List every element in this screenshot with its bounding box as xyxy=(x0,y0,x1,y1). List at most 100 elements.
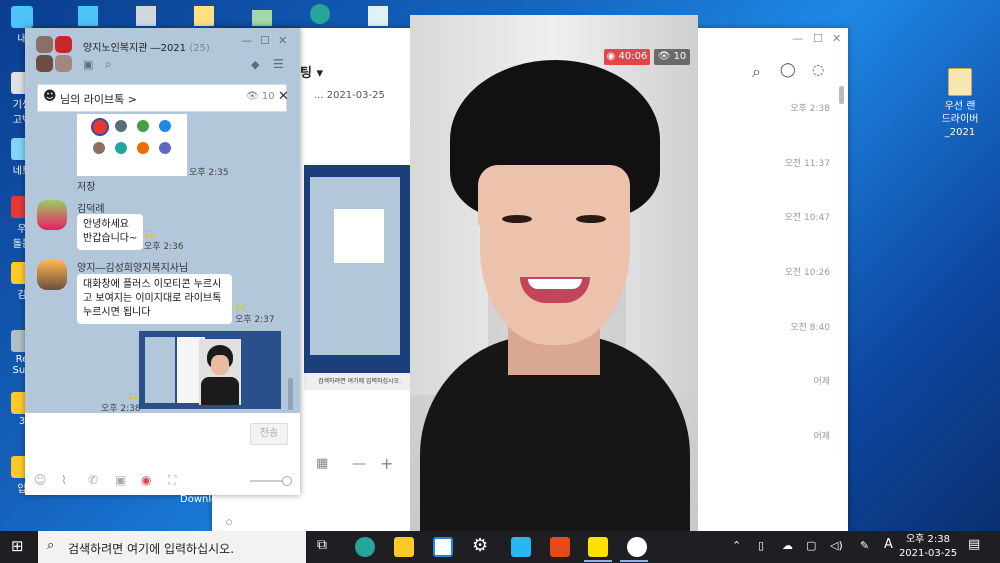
search-icon[interactable]: ⌕ xyxy=(752,62,761,82)
cloud-icon[interactable]: ☁ xyxy=(782,539,793,552)
sender-name: 양지―김성희양지복지사님 xyxy=(77,263,189,274)
search-icon[interactable]: ⌕ xyxy=(105,57,112,72)
live-talk-label: 님의 라이브톡 > xyxy=(60,93,137,106)
zip-folder-icon xyxy=(948,68,972,96)
desktop-top-icon-6[interactable] xyxy=(368,6,388,26)
app-icon[interactable] xyxy=(627,537,647,557)
kakaotalk-chat-window: 양지노인복지관 ―2021 (25) ▣ ⌕ ◆ ☰ — ☐ ✕ ☻ 님의 라이… xyxy=(25,28,300,495)
close-button[interactable]: ✕ xyxy=(832,32,841,45)
edge-desktop-icon[interactable] xyxy=(310,4,330,24)
status-dot: ○ xyxy=(226,518,233,526)
thumb-search: 검색하려면 여기에 입력하십시오. xyxy=(304,373,410,390)
pc-icon xyxy=(11,6,33,28)
time-label: 어제 xyxy=(813,377,830,387)
windows-start-icon[interactable]: ⊞ xyxy=(11,537,24,555)
person-eye-right xyxy=(576,215,606,223)
attach-icon[interactable]: ⌇ xyxy=(61,473,67,487)
taskbar-search[interactable]: ⌕ 검색하려면 여기에 입력하십시오. xyxy=(38,531,306,563)
time-label: 오전 8:40 xyxy=(790,323,830,333)
downloads-label: Downlo xyxy=(180,494,218,505)
kakaotalk-icon[interactable] xyxy=(588,537,608,557)
message-time: 오후 2:36 xyxy=(144,242,184,252)
chevron-up-icon[interactable]: ⌃ xyxy=(732,539,741,552)
desktop-top-icon-1[interactable] xyxy=(78,6,98,26)
send-button[interactable]: 전송 xyxy=(250,423,288,445)
store-icon[interactable] xyxy=(433,537,453,557)
add-chat-icon[interactable]: ◌ xyxy=(812,62,824,78)
search-placeholder: 검색하려면 여기에 입력하십시오. xyxy=(68,542,235,556)
live-timer-badge: ◉ 40:06 xyxy=(604,49,650,65)
live-video-feed: ◉ 40:06 👁 10 xyxy=(410,15,698,531)
display-icon[interactable]: ▢ xyxy=(806,539,816,552)
chat-bubble-icon[interactable]: ◯ xyxy=(780,62,796,78)
time-label: 오후 2:38 xyxy=(790,104,830,114)
drawer-icon[interactable]: ▣ xyxy=(83,58,93,71)
chat-title: 양지노인복지관 ―2021 (25) xyxy=(83,43,210,54)
maximize-button[interactable]: ☐ xyxy=(813,32,823,45)
shared-image-emoticon-menu[interactable] xyxy=(77,114,187,176)
chat-scrollbar[interactable] xyxy=(288,378,293,410)
zoom-out-icon[interactable]: — xyxy=(352,456,366,472)
chat-date: ... 2021-03-25 xyxy=(314,90,385,101)
save-link[interactable]: 저장 xyxy=(77,178,95,193)
maximize-button[interactable]: ☐ xyxy=(260,34,270,47)
bell-icon[interactable]: ◆ xyxy=(251,58,259,71)
desktop-top-icon-4[interactable] xyxy=(252,10,272,26)
search-icon: ⌕ xyxy=(47,538,55,553)
unread-count: 12 xyxy=(128,392,139,401)
message-input-area[interactable]: 전송 ☺ ⌇ ✆ ▣ ◉ ⛶ xyxy=(25,413,300,495)
task-view-icon[interactable]: ⧉ xyxy=(317,537,327,553)
grid-icon[interactable]: ▦ xyxy=(316,456,328,471)
viewer-count: 👁 10 xyxy=(246,91,275,102)
taskbar: ⊞ ⌕ 검색하려면 여기에 입력하십시오. ⧉ ⚙ ⌃ ▯ ☁ ▢ ◁) ✎ A… xyxy=(0,531,1000,563)
person-eye-left xyxy=(502,215,532,223)
message-time: 오후 2:37 xyxy=(235,315,275,325)
minimize-button[interactable]: — xyxy=(241,34,252,47)
close-button[interactable]: ✕ xyxy=(278,34,287,47)
usb-icon[interactable]: ▯ xyxy=(758,539,764,552)
message-bubble: 안녕하세요 반갑습니다~ xyxy=(77,214,144,250)
slider-handle[interactable] xyxy=(282,476,292,486)
shared-screenshot-image[interactable] xyxy=(139,331,281,409)
menu-icon[interactable]: ☰ xyxy=(273,57,284,71)
emoticon-icon[interactable]: ☺ xyxy=(34,473,47,487)
window-title-fragment: 팅 ▾ xyxy=(300,66,324,81)
thumb-chat xyxy=(310,177,400,355)
zoom-in-icon[interactable]: + xyxy=(380,454,393,473)
calendar-icon[interactable]: ▣ xyxy=(115,473,126,487)
file-explorer-icon[interactable] xyxy=(394,537,414,557)
avatar[interactable] xyxy=(37,200,67,230)
mail-icon[interactable] xyxy=(511,537,531,557)
capture-icon[interactable]: ⛶ xyxy=(168,473,176,488)
taskbar-clock[interactable]: 오후 2:38 2021-03-25 xyxy=(888,533,968,561)
live-talk-icon[interactable]: ◉ xyxy=(141,473,151,487)
face-icon: ☻ xyxy=(43,89,57,104)
unread-count: 12 xyxy=(144,230,155,239)
volume-icon[interactable]: ◁) xyxy=(830,539,843,552)
group-avatar xyxy=(36,36,74,74)
embedded-screen-thumb: 검색하려면 여기에 입력하십시오. xyxy=(304,165,410,390)
live-talk-bar[interactable]: ☻ 님의 라이브톡 > 👁 10 ✕ xyxy=(37,84,289,112)
edge-icon[interactable] xyxy=(355,537,375,557)
viewer-count-badge: 👁 10 xyxy=(654,49,690,65)
minimize-button[interactable]: — xyxy=(792,32,803,45)
message-time: 오후 2:35 xyxy=(189,168,229,178)
scrollbar[interactable] xyxy=(839,86,844,104)
settings-icon[interactable]: ⚙ xyxy=(472,535,488,556)
office-icon[interactable] xyxy=(550,537,570,557)
active-indicator xyxy=(584,560,612,562)
pen-icon[interactable]: ✎ xyxy=(860,539,869,552)
call-icon[interactable]: ✆ xyxy=(88,473,98,487)
unread-count: 12 xyxy=(235,302,246,311)
time-label: 오전 10:26 xyxy=(784,268,830,278)
desktop-top-icon-3[interactable] xyxy=(194,6,214,26)
desktop-top-icon-2[interactable] xyxy=(136,6,156,26)
active-indicator xyxy=(620,560,648,562)
sender-name: 김덕례 xyxy=(77,204,105,215)
avatar[interactable] xyxy=(37,260,67,290)
notification-icon[interactable]: ▤ xyxy=(968,537,980,552)
desktop-icon-driver[interactable]: 우선 랜 드라이버_2021 xyxy=(930,68,990,139)
close-live-bar-icon[interactable]: ✕ xyxy=(278,89,289,104)
thumb-grid xyxy=(334,209,384,263)
live-talk-icon xyxy=(91,118,109,136)
